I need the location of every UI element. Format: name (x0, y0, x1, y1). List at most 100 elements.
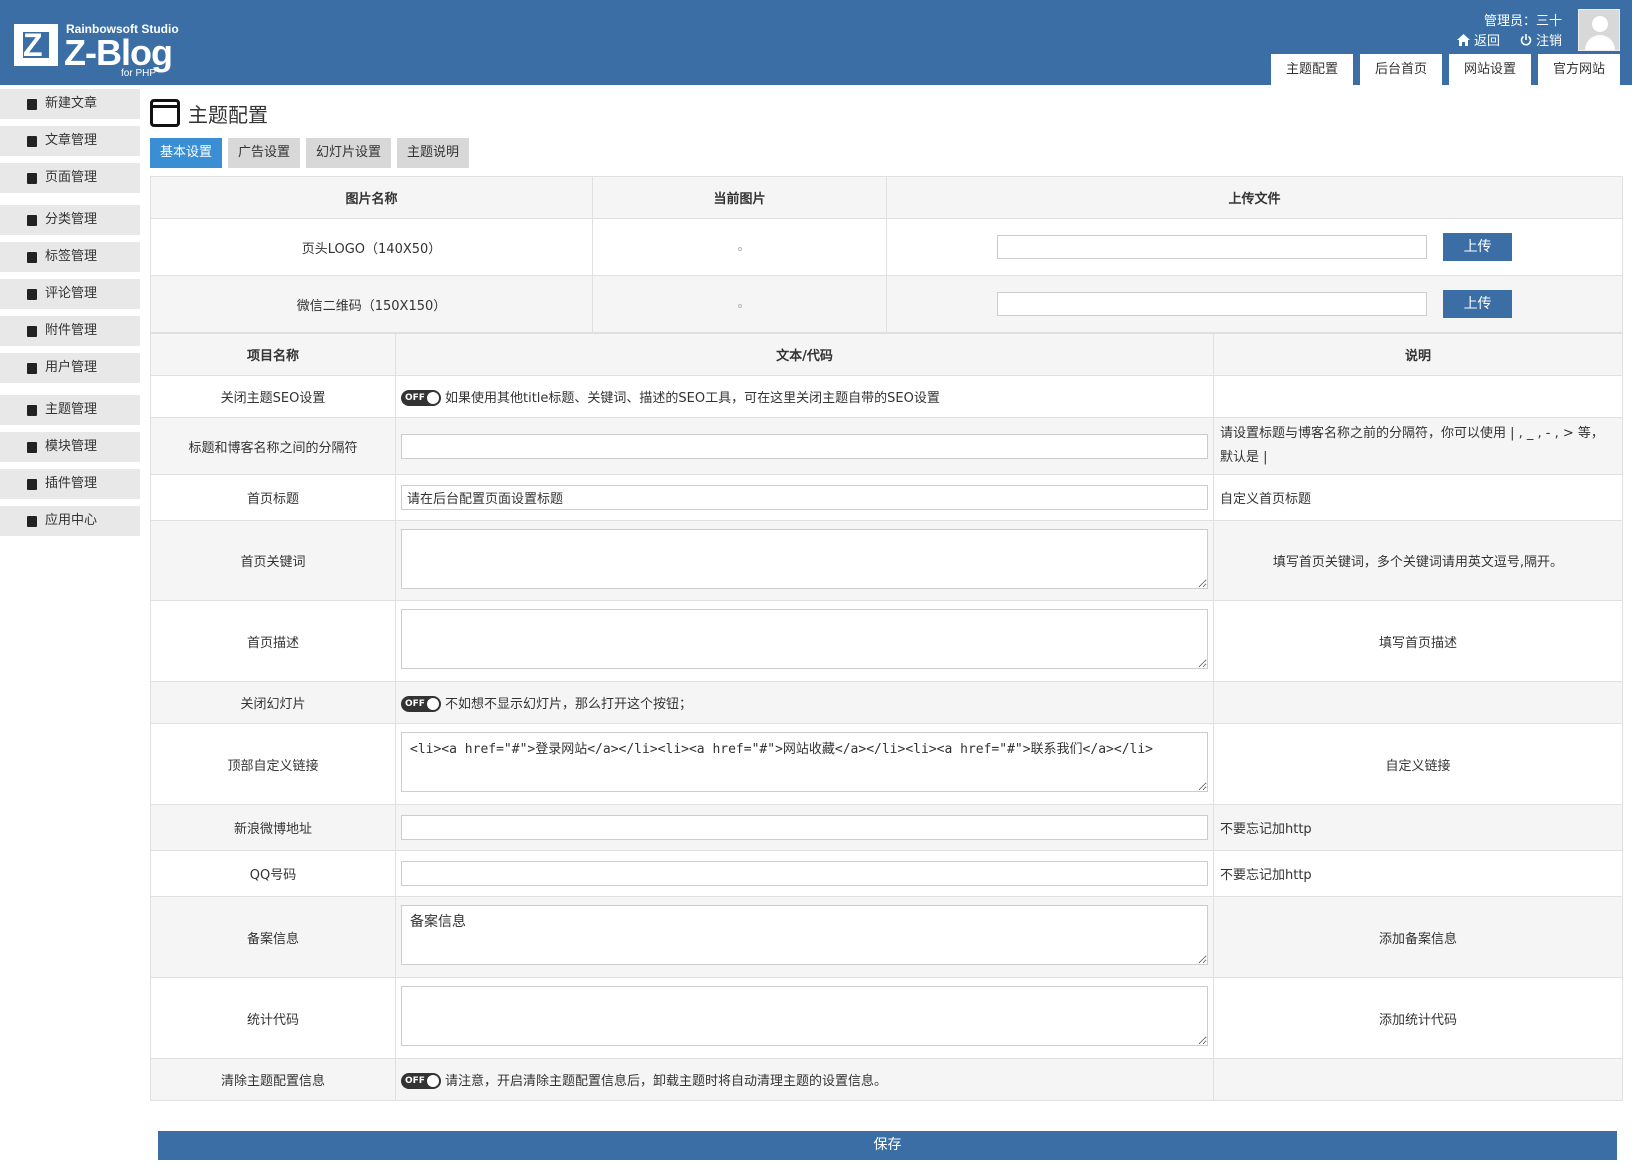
setting-text: 不如想不显示幻灯片，那么打开这个按钮； (445, 696, 693, 712)
logo-sub-text: for PHP (121, 68, 157, 79)
tab-official-site[interactable]: 官方网站 (1537, 54, 1620, 85)
qrcode-file-input[interactable] (996, 292, 1427, 316)
sidebar-item-new-article[interactable]: 新建文章 (0, 89, 140, 119)
current-image (592, 275, 887, 333)
setting-desc (1213, 1058, 1623, 1101)
setting-desc: 填写首页关键词，多个关键词请用英文逗号,隔开。 (1213, 520, 1623, 601)
tab-theme-description[interactable]: 主题说明 (397, 138, 470, 168)
setting-desc: 添加备案信息 (1213, 896, 1623, 978)
tag-icon (26, 251, 39, 264)
setting-name: 清除主题配置信息 (150, 1058, 396, 1101)
tab-basic-settings[interactable]: 基本设置 (150, 138, 223, 168)
folder-icon (26, 214, 39, 227)
app-center-icon (26, 515, 39, 528)
tab-ad-settings[interactable]: 广告设置 (228, 138, 301, 168)
home-icon (1456, 33, 1470, 46)
sidebar: 新建文章 文章管理 页面管理 分类管理 标签管理 评论管理 附件管理 用户管理 … (0, 89, 140, 543)
upload-cell: 上传 (886, 275, 1623, 333)
sidebar-item-pages[interactable]: 页面管理 (0, 163, 140, 193)
separator-input[interactable] (401, 433, 1208, 459)
back-link[interactable]: 返回 (1456, 30, 1500, 49)
setting-desc: 填写首页描述 (1213, 600, 1623, 682)
home-keywords-textarea[interactable] (401, 528, 1208, 589)
avatar[interactable] (1578, 9, 1620, 51)
sidebar-item-articles[interactable]: 文章管理 (0, 126, 140, 156)
sidebar-item-label: 标签管理 (45, 249, 98, 264)
sidebar-item-themes[interactable]: 主题管理 (0, 395, 140, 425)
home-title-input[interactable] (401, 485, 1208, 510)
sidebar-item-categories[interactable]: 分类管理 (0, 205, 140, 235)
settings-table: 项目名称 文本/代码 说明 关闭主题SEO设置 OFF 如果使用其他title标题… (150, 333, 1623, 1101)
sidebar-item-users[interactable]: 用户管理 (0, 353, 140, 383)
sidebar-item-label: 新建文章 (45, 96, 98, 111)
setting-name: 首页标题 (150, 474, 396, 521)
setting-name: 备案信息 (150, 896, 396, 978)
table-row: 微信二维码（150X150） 上传 (150, 275, 1623, 333)
column-header: 说明 (1213, 333, 1623, 376)
setting-desc (1213, 681, 1623, 724)
setting-desc: 自定义链接 (1213, 723, 1623, 805)
pages-icon (26, 172, 39, 185)
sidebar-item-comments[interactable]: 评论管理 (0, 279, 140, 309)
sidebar-item-modules[interactable]: 模块管理 (0, 432, 140, 462)
sidebar-item-label: 分类管理 (45, 212, 98, 227)
home-description-textarea[interactable] (401, 609, 1208, 669)
setting-name: 首页关键词 (150, 520, 396, 601)
seo-toggle[interactable]: OFF (401, 390, 441, 407)
image-name: 微信二维码（150X150） (150, 275, 593, 333)
clear-config-toggle[interactable]: OFF (401, 1073, 441, 1090)
comment-icon (26, 288, 39, 301)
upload-logo-button[interactable]: 上传 (1443, 233, 1513, 261)
logout-link[interactable]: 注销 (1520, 30, 1562, 49)
column-header: 当前图片 (592, 176, 887, 219)
page-title-text: 主题配置 (188, 102, 268, 127)
setting-name: 关闭幻灯片 (150, 681, 396, 724)
weibo-input[interactable] (401, 815, 1208, 840)
setting-desc: 不要忘记加http (1213, 850, 1623, 897)
column-header: 图片名称 (150, 176, 593, 219)
sidebar-item-tags[interactable]: 标签管理 (0, 242, 140, 272)
column-header: 文本/代码 (395, 333, 1214, 376)
setting-desc: 自定义首页标题 (1213, 474, 1623, 521)
icp-textarea[interactable]: 备案信息 (401, 905, 1208, 965)
sidebar-item-label: 主题管理 (45, 402, 98, 417)
logo-file-input[interactable] (996, 235, 1427, 259)
zblog-logo[interactable]: Rainbowsoft Studio Z-Blog for PHP (14, 22, 214, 80)
setting-desc: 请设置标题与博客名称之前的分隔符，你可以使用 | , _ , - , > 等，默… (1213, 417, 1623, 475)
setting-text: 如果使用其他title标题、关键词、描述的SEO工具，可在这里关闭主题自带的SE… (445, 390, 940, 406)
setting-name: 首页描述 (150, 600, 396, 682)
back-link-label: 返回 (1473, 34, 1500, 49)
logo-mark-icon (14, 24, 58, 66)
tab-theme-config[interactable]: 主题配置 (1270, 54, 1353, 85)
sidebar-item-label: 附件管理 (45, 323, 98, 338)
window-icon (150, 99, 180, 127)
image-placeholder-icon (737, 303, 742, 308)
module-icon (26, 441, 39, 454)
sidebar-item-plugins[interactable]: 插件管理 (0, 469, 140, 499)
articles-icon (26, 135, 39, 148)
table-row: QQ号码 不要忘记加http (150, 850, 1623, 897)
slideshow-toggle[interactable]: OFF (401, 696, 441, 713)
sidebar-item-label: 用户管理 (45, 360, 98, 375)
page-title: 主题配置 (150, 96, 1622, 130)
save-button[interactable]: 保存 (158, 1131, 1617, 1160)
table-row: 首页描述 填写首页描述 (150, 600, 1623, 682)
stats-code-textarea[interactable] (401, 986, 1208, 1046)
upload-cell: 上传 (886, 218, 1623, 276)
upload-qrcode-button[interactable]: 上传 (1443, 290, 1513, 318)
sidebar-item-label: 页面管理 (45, 170, 98, 185)
setting-desc: 添加统计代码 (1213, 977, 1623, 1059)
tab-admin-home[interactable]: 后台首页 (1359, 54, 1442, 85)
qq-input[interactable] (401, 861, 1208, 886)
sidebar-item-attachments[interactable]: 附件管理 (0, 316, 140, 346)
sidebar-item-app-center[interactable]: 应用中心 (0, 506, 140, 536)
image-name: 页头LOGO（140X50） (150, 218, 593, 276)
column-header: 项目名称 (150, 333, 396, 376)
tab-site-settings[interactable]: 网站设置 (1448, 54, 1531, 85)
tab-slideshow-settings[interactable]: 幻灯片设置 (306, 138, 392, 168)
power-icon (1520, 33, 1532, 45)
setting-desc: 不要忘记加http (1213, 804, 1623, 851)
custom-links-textarea[interactable]: <li><a href="#">登录网站</a></li><li><a href… (401, 732, 1208, 792)
top-tabs: 主题配置 后台首页 网站设置 官方网站 (1270, 54, 1620, 85)
user-name: 管理员：三十 (1483, 14, 1562, 29)
